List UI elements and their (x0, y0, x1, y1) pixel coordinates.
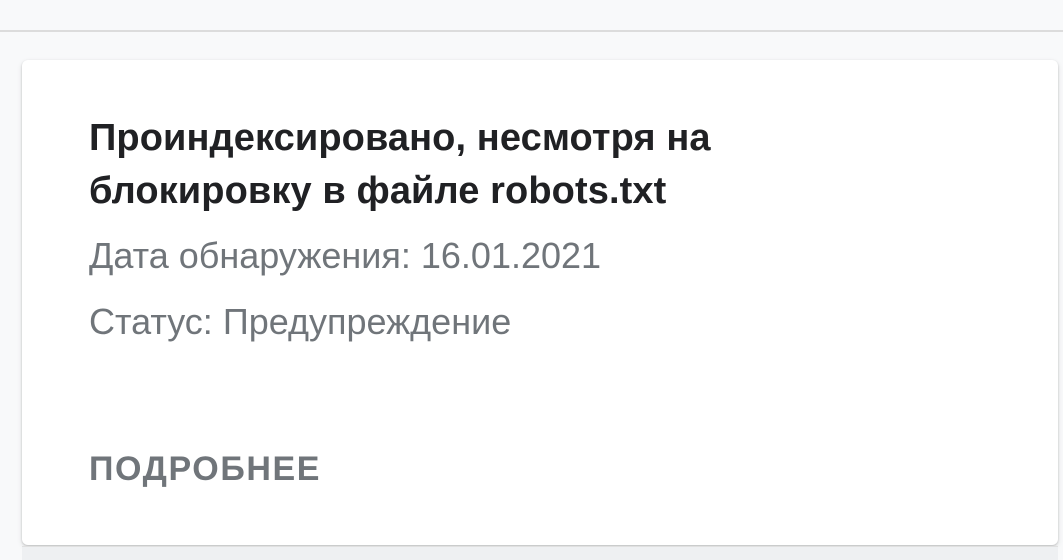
issue-card: Проиндексировано, несмотря на блокировку… (22, 60, 1058, 545)
details-button[interactable]: ПОДРОБНЕЕ (80, 442, 330, 497)
status-label: Статус: (89, 301, 213, 342)
issue-title: Проиндексировано, несмотря на блокировку… (89, 117, 711, 212)
detection-date-value: 16.01.2021 (420, 235, 602, 276)
status-line: Статус: Предупреждение (89, 300, 511, 344)
status-value: Предупреждение (222, 301, 512, 342)
detection-date-line: Дата обнаружения: 16.01.2021 (89, 234, 601, 278)
top-header-strip (0, 0, 1063, 32)
next-card-edge (22, 546, 1058, 560)
detection-date-label: Дата обнаружения: (89, 235, 411, 276)
